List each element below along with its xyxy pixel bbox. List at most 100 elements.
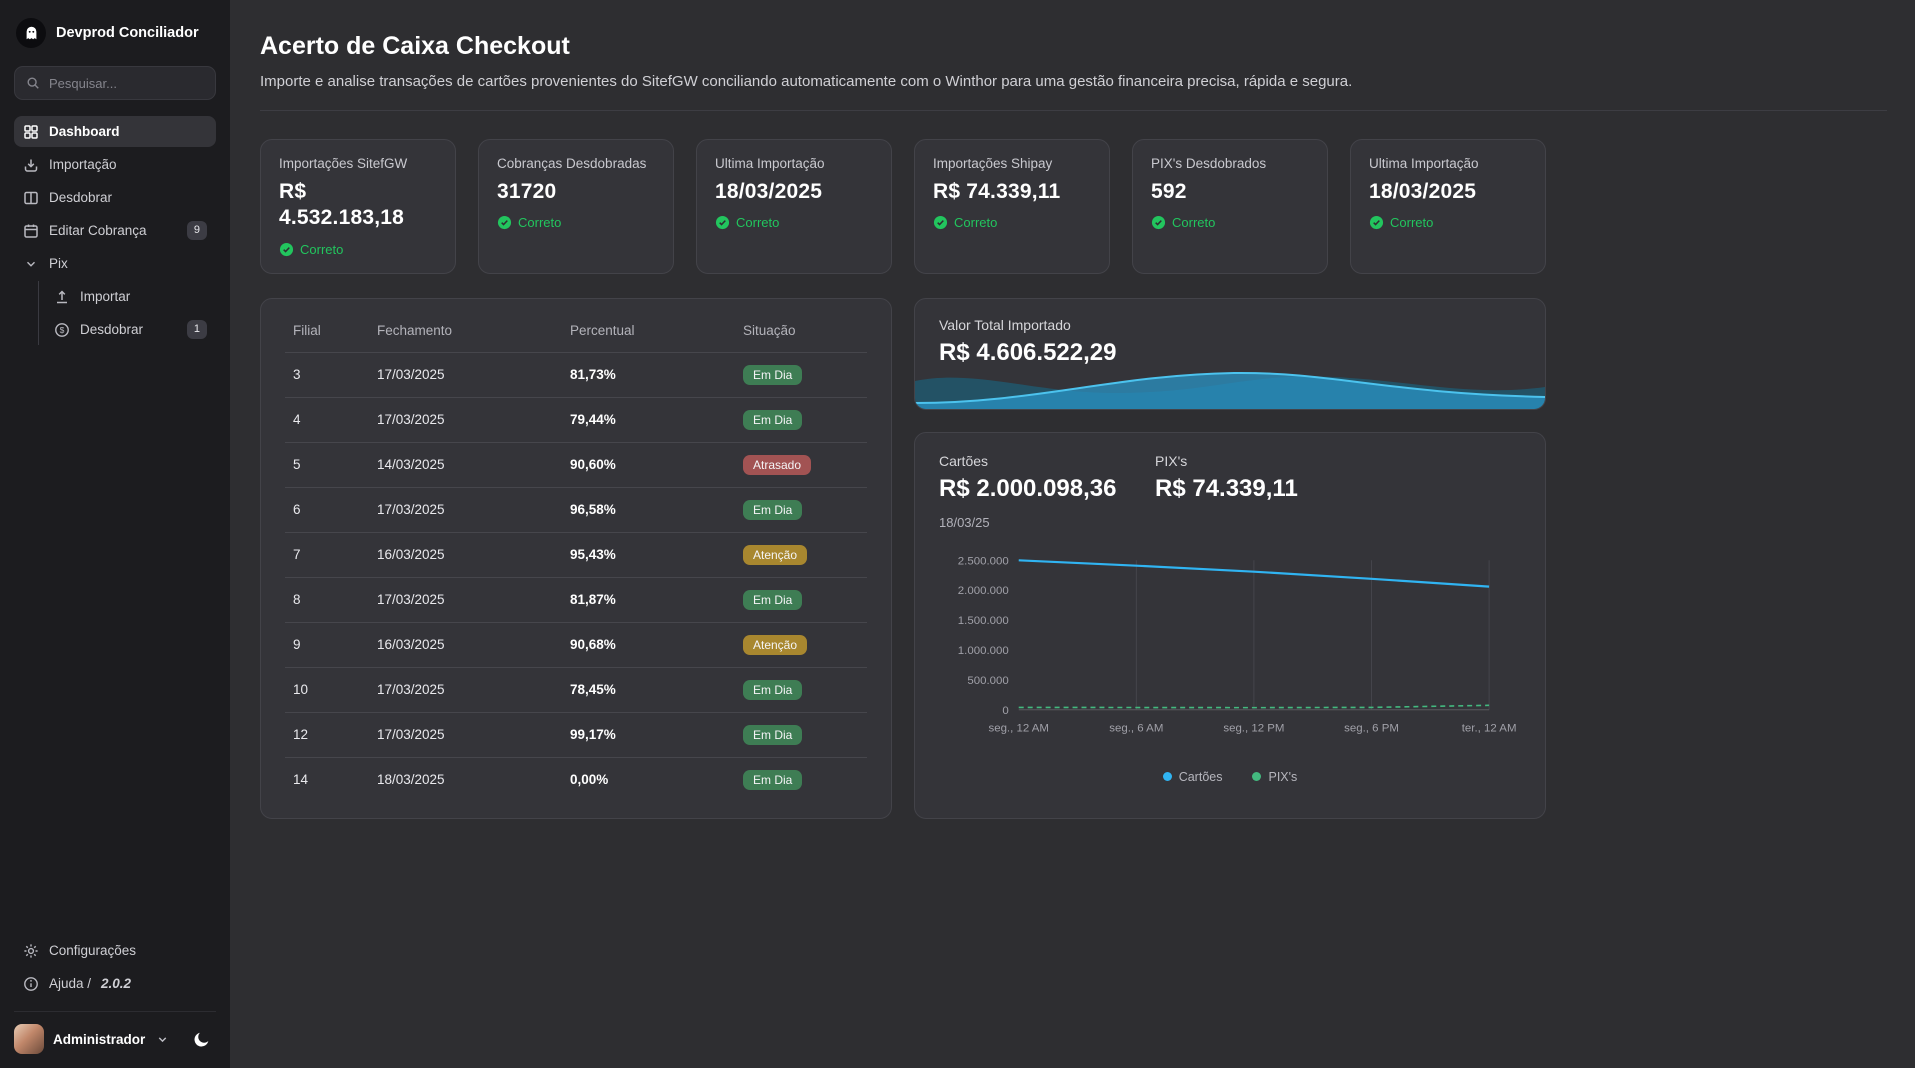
stat-card-ultima-importacao-sitef: Ultima Importação 18/03/2025 Correto — [696, 139, 892, 274]
status-badge: Em Dia — [743, 680, 802, 700]
cell-situacao: Atrasado — [735, 442, 867, 487]
col-header-situacao: Situação — [735, 307, 867, 353]
cell-filial: 14 — [285, 757, 369, 802]
svg-text:0: 0 — [1002, 704, 1008, 716]
count-badge: 1 — [187, 320, 207, 338]
dashboard-icon — [23, 124, 39, 140]
cell-filial: 5 — [285, 442, 369, 487]
table-row: 8 17/03/2025 81,87% Em Dia — [285, 577, 867, 622]
chevron-down-icon — [23, 256, 39, 272]
svg-text:2.500.000: 2.500.000 — [958, 555, 1009, 567]
sidebar-item-label: Pix — [49, 256, 68, 271]
cartoes-label: Cartões — [939, 453, 1155, 469]
cell-filial: 7 — [285, 532, 369, 577]
stat-label: Ultima Importação — [1369, 156, 1527, 171]
sidebar-item-configuracoes[interactable]: Configurações — [14, 935, 216, 966]
help-label: Ajuda / — [49, 976, 91, 991]
cell-fechamento: 16/03/2025 — [369, 622, 562, 667]
legend-dot-cartoes — [1163, 772, 1172, 781]
user-menu[interactable]: Administrador — [14, 1011, 216, 1054]
cell-percentual: 78,45% — [562, 667, 735, 712]
svg-text:1.000.000: 1.000.000 — [958, 644, 1009, 656]
info-icon — [23, 976, 39, 992]
check-circle-icon — [933, 215, 948, 230]
import-icon — [23, 157, 39, 173]
sidebar-nav: Dashboard Importação Desdobrar Editar Co… — [14, 116, 216, 345]
stat-status: Correto — [1151, 215, 1309, 230]
sidebar: Devprod Conciliador Dashboard Importação — [0, 0, 230, 1068]
cell-fechamento: 17/03/2025 — [369, 712, 562, 757]
lower-section: Filial Fechamento Percentual Situação 3 … — [260, 298, 1546, 843]
main-content: Acerto de Caixa Checkout Importe e anali… — [230, 0, 1915, 843]
stat-label: PIX's Desdobrados — [1151, 156, 1309, 171]
pix-label: PIX's — [1155, 453, 1371, 469]
sidebar-item-pix[interactable]: Pix — [14, 248, 216, 279]
chevron-down-icon — [156, 1033, 169, 1046]
cell-situacao: Em Dia — [735, 757, 867, 802]
line-chart: 2.500.0002.000.0001.500.0001.000.000500.… — [939, 552, 1521, 744]
sidebar-item-desdobrar[interactable]: Desdobrar — [14, 182, 216, 213]
status-badge: Atenção — [743, 635, 807, 655]
search-input[interactable] — [49, 76, 205, 91]
stat-value: 592 — [1151, 179, 1309, 205]
chart-legend: Cartões PIX's — [939, 770, 1521, 784]
theme-toggle[interactable] — [188, 1025, 216, 1053]
stat-card-importacoes-sitefgw: Importações SitefGW R$ 4.532.183,18 Corr… — [260, 139, 456, 274]
avatar — [14, 1024, 44, 1054]
cell-situacao: Atenção — [735, 622, 867, 667]
table-row: 5 14/03/2025 90,60% Atrasado — [285, 442, 867, 487]
cell-percentual: 79,44% — [562, 397, 735, 442]
svg-text:seg., 6 PM: seg., 6 PM — [1344, 722, 1399, 734]
stat-label: Ultima Importação — [715, 156, 873, 171]
cell-percentual: 96,58% — [562, 487, 735, 532]
sidebar-item-label: Desdobrar — [80, 322, 143, 337]
sidebar-item-importacao[interactable]: Importação — [14, 149, 216, 180]
svg-text:ter., 12 AM: ter., 12 AM — [1462, 722, 1517, 734]
sidebar-item-ajuda[interactable]: Ajuda / 2.0.2 — [14, 968, 216, 999]
cartoes-value: R$ 2.000.098,36 — [939, 475, 1155, 503]
stat-status: Correto — [1369, 215, 1527, 230]
stat-label: Importações Shipay — [933, 156, 1091, 171]
stats-grid: Importações SitefGW R$ 4.532.183,18 Corr… — [260, 139, 1546, 274]
stat-label: Cobranças Desdobradas — [497, 156, 655, 171]
brand-logo-icon — [16, 18, 46, 48]
stat-card-importacoes-shipay: Importações Shipay R$ 74.339,11 Correto — [914, 139, 1110, 274]
stat-label: Importações SitefGW — [279, 156, 437, 171]
sidebar-item-pix-importar[interactable]: Importar — [45, 281, 216, 312]
stat-status: Correto — [933, 215, 1091, 230]
col-header-fechamento: Fechamento — [369, 307, 562, 353]
cell-filial: 3 — [285, 352, 369, 397]
cell-situacao: Em Dia — [735, 712, 867, 757]
search-box[interactable] — [14, 66, 216, 100]
check-circle-icon — [1369, 215, 1384, 230]
brand: Devprod Conciliador — [14, 16, 216, 48]
check-circle-icon — [279, 242, 294, 257]
cell-filial: 10 — [285, 667, 369, 712]
cartoes-summary: Cartões R$ 2.000.098,36 — [939, 453, 1155, 503]
svg-text:seg., 12 AM: seg., 12 AM — [988, 722, 1048, 734]
cell-situacao: Em Dia — [735, 352, 867, 397]
cell-fechamento: 18/03/2025 — [369, 757, 562, 802]
stat-card-pix-desdobrados: PIX's Desdobrados 592 Correto — [1132, 139, 1328, 274]
stat-value: 31720 — [497, 179, 655, 205]
svg-text:$: $ — [60, 325, 65, 335]
chart-head: Cartões R$ 2.000.098,36 PIX's R$ 74.339,… — [939, 453, 1521, 503]
cell-filial: 12 — [285, 712, 369, 757]
total-imported-label: Valor Total Importado — [939, 317, 1521, 333]
table-header-row: Filial Fechamento Percentual Situação — [285, 307, 867, 353]
cell-percentual: 95,43% — [562, 532, 735, 577]
stat-status: Correto — [497, 215, 655, 230]
sidebar-item-editar-cobranca[interactable]: Editar Cobrança 9 — [14, 215, 216, 246]
pix-summary: PIX's R$ 74.339,11 — [1155, 453, 1371, 503]
dollar-icon: $ — [54, 322, 70, 338]
stat-card-cobrancas-desdobradas: Cobranças Desdobradas 31720 Correto — [478, 139, 674, 274]
cell-fechamento: 17/03/2025 — [369, 397, 562, 442]
table-row: 9 16/03/2025 90,68% Atenção — [285, 622, 867, 667]
search-icon — [25, 75, 41, 91]
sidebar-item-dashboard[interactable]: Dashboard — [14, 116, 216, 147]
sidebar-item-pix-desdobrar[interactable]: $ Desdobrar 1 — [45, 314, 216, 345]
check-circle-icon — [715, 215, 730, 230]
filiais-table-card: Filial Fechamento Percentual Situação 3 … — [260, 298, 892, 819]
status-badge: Em Dia — [743, 725, 802, 745]
svg-text:seg., 12 PM: seg., 12 PM — [1223, 722, 1284, 734]
